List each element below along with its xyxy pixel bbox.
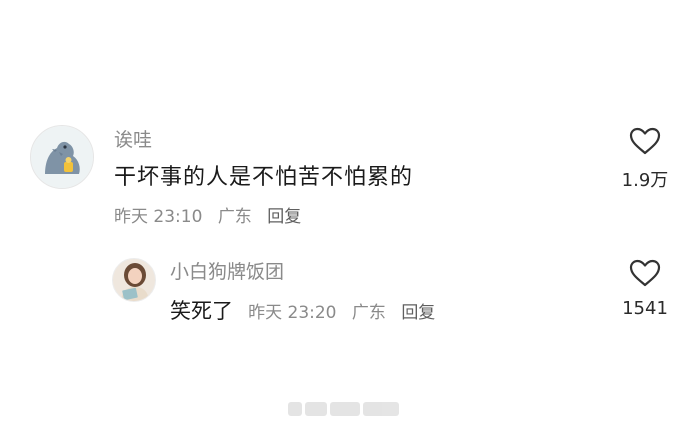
avatar[interactable] <box>112 258 156 302</box>
like-control: 1.9万 <box>615 126 675 192</box>
comment-meta: 昨天 23:10 广东 回复 <box>114 205 311 229</box>
reply-button[interactable]: 回复 <box>267 207 301 227</box>
reply-time: 昨天 23:20 <box>248 303 337 323</box>
avatar[interactable] <box>30 125 94 189</box>
comment-time: 昨天 23:10 <box>114 207 203 227</box>
watermark <box>288 400 404 418</box>
reply-location: 广东 <box>351 303 386 323</box>
reply-username[interactable]: 小白狗牌饭团 <box>170 259 284 285</box>
watermark-mark <box>330 402 360 416</box>
like-count: 1.9万 <box>621 170 669 191</box>
reply-item: 小白狗牌饭团 笑死了 昨天 23:20 广东 回复 1541 <box>0 255 690 335</box>
heart-icon[interactable] <box>628 126 662 156</box>
watermark-logo-icon <box>288 402 302 416</box>
comment-item: 诶哇 干坏事的人是不怕苦不怕累的 昨天 23:10 广东 回复 1.9万 <box>0 120 690 240</box>
reply-content: 笑死了 昨天 23:20 广东 回复 <box>170 297 445 327</box>
heart-icon[interactable] <box>628 258 662 288</box>
reply-meta: 昨天 23:20 广东 回复 <box>248 303 445 323</box>
comment-location: 广东 <box>217 207 252 227</box>
dinosaur-avatar-icon <box>31 126 93 188</box>
comment-username[interactable]: 诶哇 <box>114 127 152 153</box>
watermark-mark <box>305 402 327 416</box>
comment-text: 干坏事的人是不怕苦不怕累的 <box>114 165 414 190</box>
girl-avatar-icon <box>113 259 155 301</box>
watermark-mark <box>363 402 399 416</box>
reply-button[interactable]: 回复 <box>401 303 435 323</box>
comment-thread: 诶哇 干坏事的人是不怕苦不怕累的 昨天 23:10 广东 回复 1.9万 小白狗… <box>0 0 690 428</box>
like-control: 1541 <box>615 258 675 319</box>
reply-text: 笑死了 <box>170 299 233 323</box>
like-count: 1541 <box>622 298 668 319</box>
